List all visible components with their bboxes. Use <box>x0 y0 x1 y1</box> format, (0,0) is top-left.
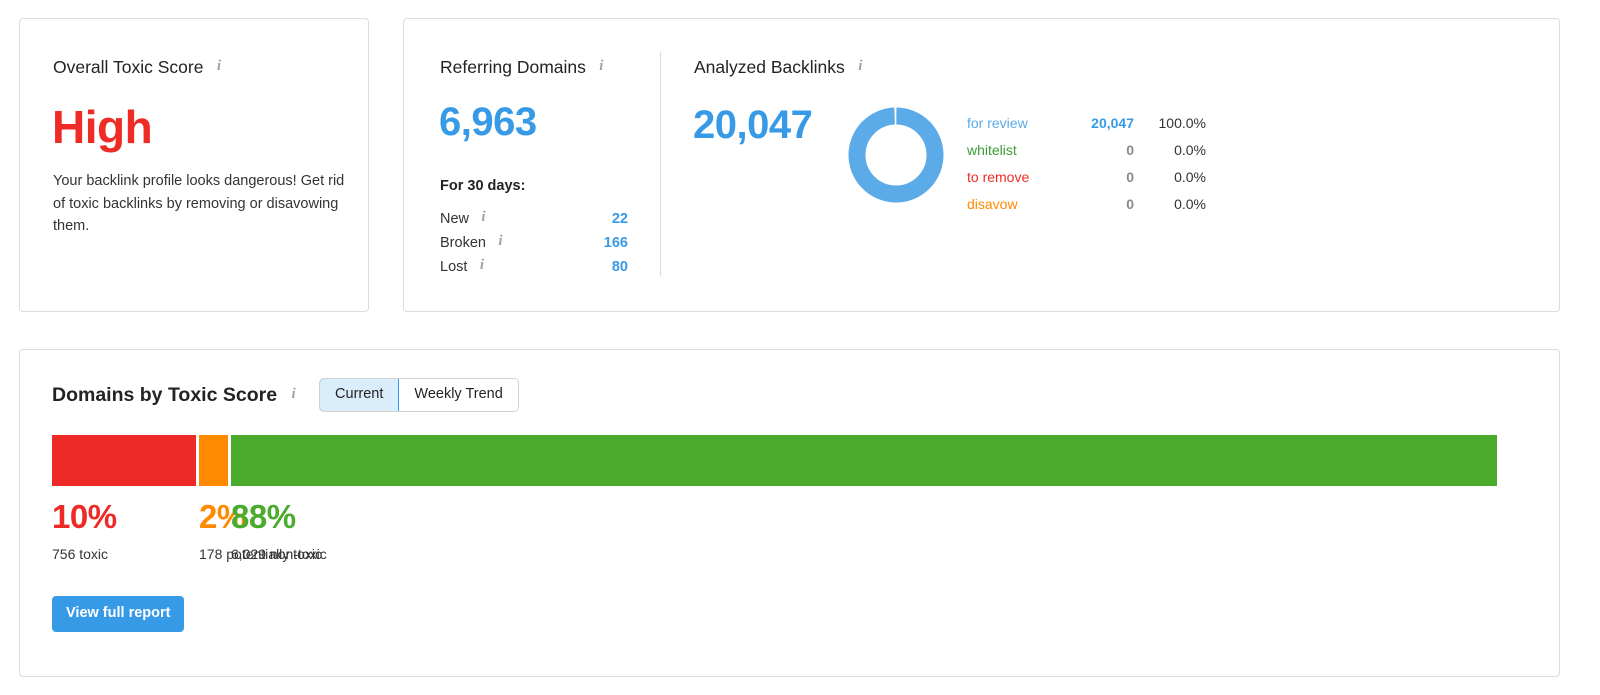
panel-divider <box>660 52 661 276</box>
panel-title-text: Analyzed Backlinks <box>694 57 845 77</box>
info-icon[interactable]: i <box>287 386 300 402</box>
toxic-score-description: Your backlink profile looks dangerous! G… <box>53 173 345 234</box>
legend-count: 0 <box>1126 196 1134 212</box>
stat-row-lost: Lost i 80 <box>440 255 628 279</box>
panel-title-text: Overall Toxic Score <box>53 57 204 77</box>
legend-row-disavow[interactable]: disavow 0 0.0% <box>967 196 1206 223</box>
info-icon[interactable]: i <box>854 58 867 74</box>
view-full-report-button[interactable]: View full report <box>52 596 185 632</box>
bar-legend-percent: 10% <box>52 498 117 535</box>
tab-current[interactable]: Current <box>320 379 399 411</box>
toxic-score-verdict: High <box>52 101 153 153</box>
backlinks-legend: for review 20,047 100.0% whitelist 0 0.0… <box>967 115 1206 223</box>
legend-count: 0 <box>1126 169 1134 185</box>
stat-value[interactable]: 22 <box>612 211 628 227</box>
referring-domains-period-label: For 30 days: <box>440 178 526 194</box>
info-icon[interactable]: i <box>475 257 488 273</box>
stat-value[interactable]: 80 <box>612 259 628 275</box>
referring-domains-stats: New i 22 Broken i 166 Lost i 80 <box>440 207 628 279</box>
legend-percent: 0.0% <box>1174 196 1206 212</box>
stat-label: Broken <box>440 235 486 251</box>
legend-label: whitelist <box>967 142 1017 158</box>
legend-row-to-remove[interactable]: to remove 0 0.0% <box>967 169 1206 196</box>
referring-domains-value: 6,963 <box>439 100 537 144</box>
toxic-score-bar-legend: 10% 756 toxic 2% 178 potentially toxic 8… <box>52 498 1497 568</box>
legend-percent: 100.0% <box>1158 115 1206 131</box>
info-icon[interactable]: i <box>212 58 225 74</box>
legend-label: disavow <box>967 196 1018 212</box>
view-mode-toggle: Current Weekly Trend <box>320 379 518 411</box>
info-icon[interactable]: i <box>494 233 507 249</box>
referring-domains-header: Referring Domains i <box>440 57 608 78</box>
bar-legend-sublabel: 6,029 non-toxic <box>231 546 327 562</box>
analyzed-backlinks-header: Analyzed Backlinks i <box>694 57 867 78</box>
panel-title-text: Referring Domains <box>440 57 586 77</box>
legend-row-for-review[interactable]: for review 20,047 100.0% <box>967 115 1206 142</box>
overall-toxic-score-card: Overall Toxic Score i High Your backlink… <box>19 18 369 312</box>
legend-count: 0 <box>1126 142 1134 158</box>
domains-by-toxic-score-card: Domains by Toxic Score i Current Weekly … <box>19 349 1560 677</box>
overall-toxic-score-header: Overall Toxic Score i <box>53 57 225 78</box>
bar-legend-percent: 88% <box>231 498 296 535</box>
stat-row-broken: Broken i 166 <box>440 231 628 255</box>
info-icon[interactable]: i <box>595 58 608 74</box>
bar-legend-item-non-toxic: 88% 6,029 non-toxic <box>231 498 327 563</box>
bar-segment-non-toxic[interactable] <box>230 435 1497 486</box>
stat-label: New <box>440 211 470 227</box>
legend-label: to remove <box>967 169 1030 185</box>
backlinks-donut-chart <box>846 105 946 205</box>
analyzed-backlinks-value: 20,047 <box>693 103 813 147</box>
legend-label: for review <box>967 115 1028 131</box>
backlinks-summary-card: Referring Domains i 6,963 For 30 days: N… <box>403 18 1560 312</box>
page-title: Domains by Toxic Score <box>52 383 278 406</box>
legend-row-whitelist[interactable]: whitelist 0 0.0% <box>967 142 1206 169</box>
backlink-audit-overview: Overall Toxic Score i High Your backlink… <box>0 0 1600 695</box>
bar-legend-sublabel: 756 toxic <box>52 546 109 562</box>
bar-segment-toxic[interactable] <box>52 435 196 486</box>
bar-legend-item-toxic: 10% 756 toxic <box>52 498 117 563</box>
info-icon[interactable]: i <box>477 209 490 225</box>
toxic-score-stacked-bar <box>52 435 1497 486</box>
legend-count: 20,047 <box>1091 115 1134 131</box>
stat-value[interactable]: 166 <box>604 235 628 251</box>
stat-label: Lost <box>440 259 468 275</box>
legend-percent: 0.0% <box>1174 142 1206 158</box>
bar-segment-potentially-toxic[interactable] <box>198 435 228 486</box>
legend-percent: 0.0% <box>1174 169 1206 185</box>
stat-row-new: New i 22 <box>440 207 628 231</box>
tab-weekly-trend[interactable]: Weekly Trend <box>398 379 518 411</box>
domains-by-toxic-score-header: Domains by Toxic Score i Current Weekly … <box>52 379 518 411</box>
